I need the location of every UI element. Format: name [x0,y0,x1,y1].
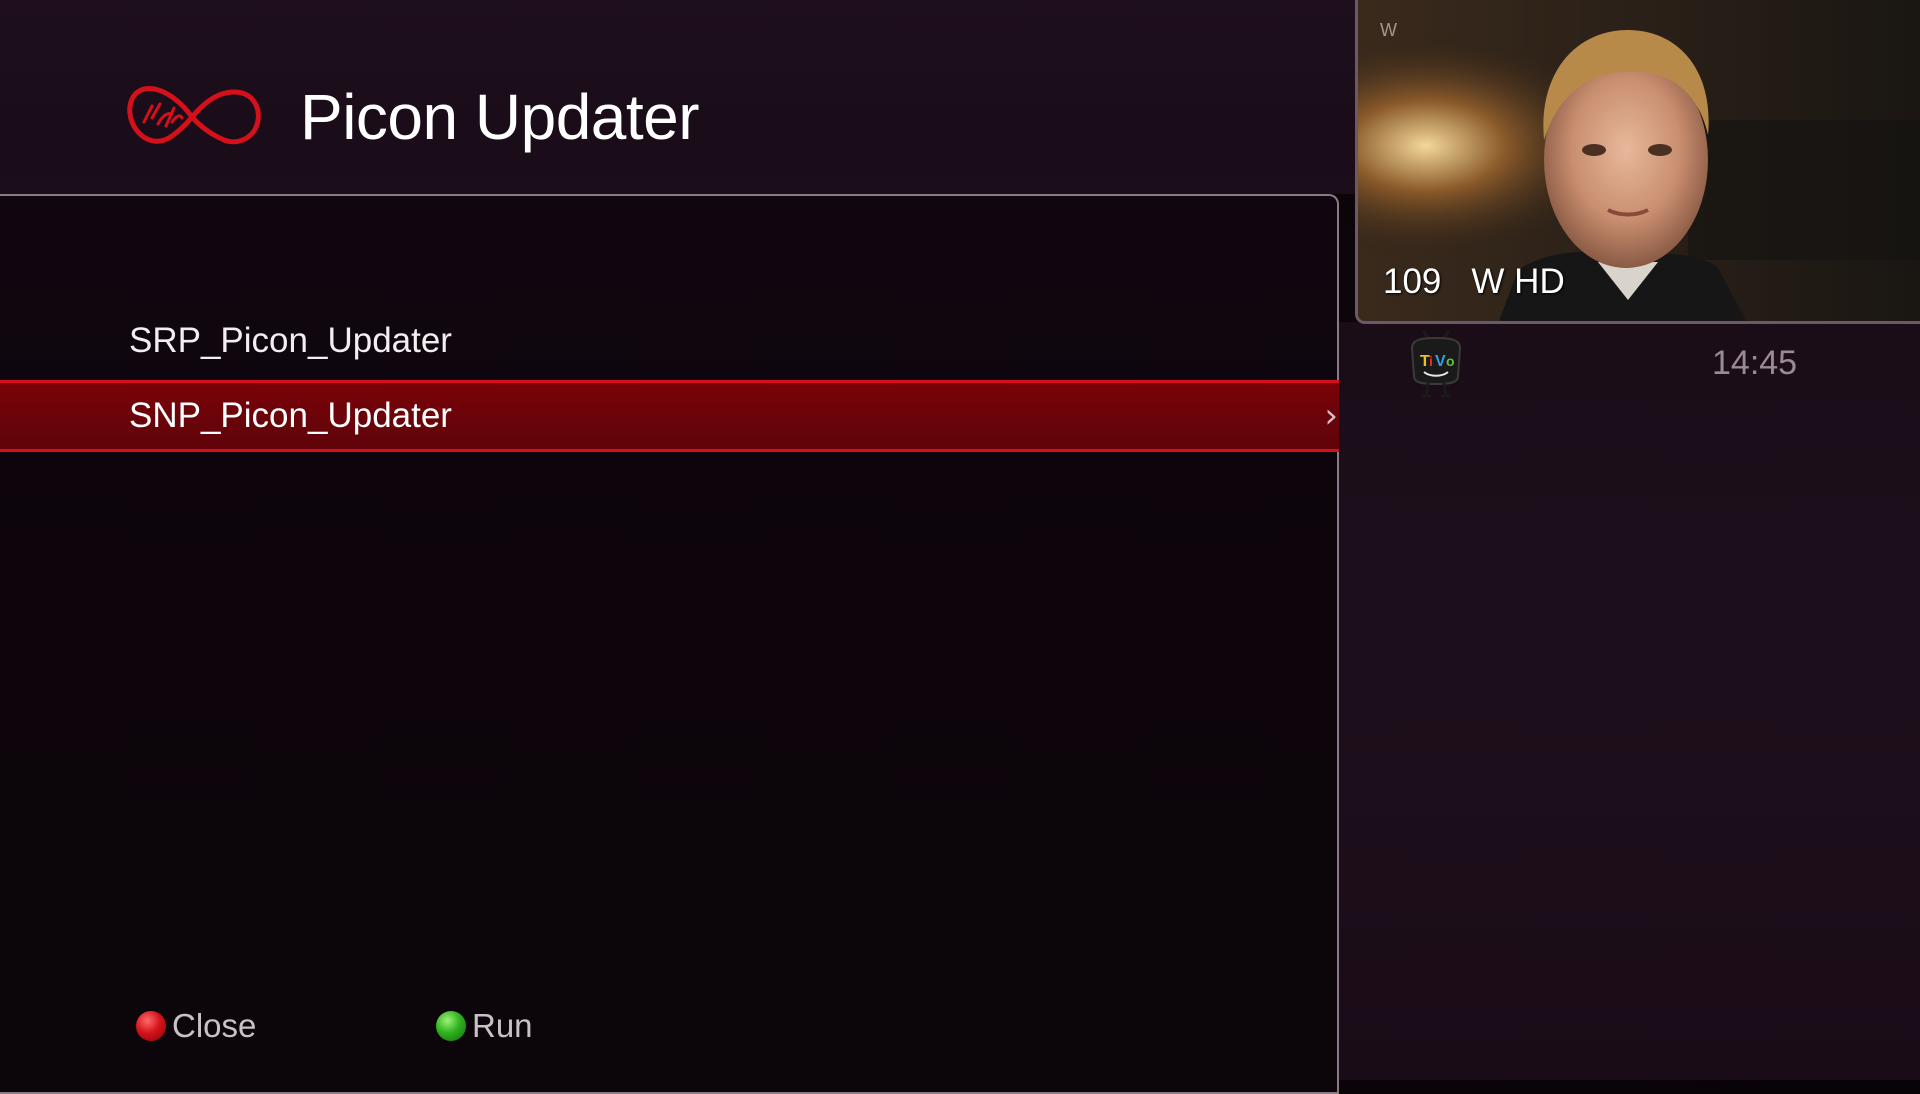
green-button-icon [436,1011,466,1041]
side-panel [1339,322,1920,1080]
menu-item-snp-picon-updater[interactable]: SNP_Picon_Updater › [0,380,1355,452]
live-tv-preview[interactable]: W 109 W HD [1355,0,1920,324]
tivo-mascot-icon: T i V o [1410,330,1462,398]
virgin-media-logo-icon [127,86,261,145]
run-button-label: Run [472,1007,533,1044]
clock: 14:45 [1712,344,1798,382]
close-button-label: Close [172,1007,257,1044]
page-title: Picon Updater [300,81,700,153]
svg-text:V: V [1435,353,1446,370]
channel-number: 109 [1383,262,1442,301]
svg-text:W: W [1380,20,1397,40]
channel-name: W HD [1471,262,1565,301]
chevron-right-icon: › [1324,396,1338,436]
run-button[interactable]: Run [436,1005,533,1047]
svg-text:i: i [1429,353,1433,369]
red-button-icon [136,1011,166,1041]
menu-item-label: SRP_Picon_Updater [129,321,452,360]
menu-item-label: SNP_Picon_Updater [129,396,452,435]
channel-label: 109 W HD [1383,262,1565,302]
close-button[interactable]: Close [136,1005,256,1047]
menu-item-srp-picon-updater[interactable]: SRP_Picon_Updater [0,305,1355,377]
svg-text:o: o [1446,353,1455,369]
